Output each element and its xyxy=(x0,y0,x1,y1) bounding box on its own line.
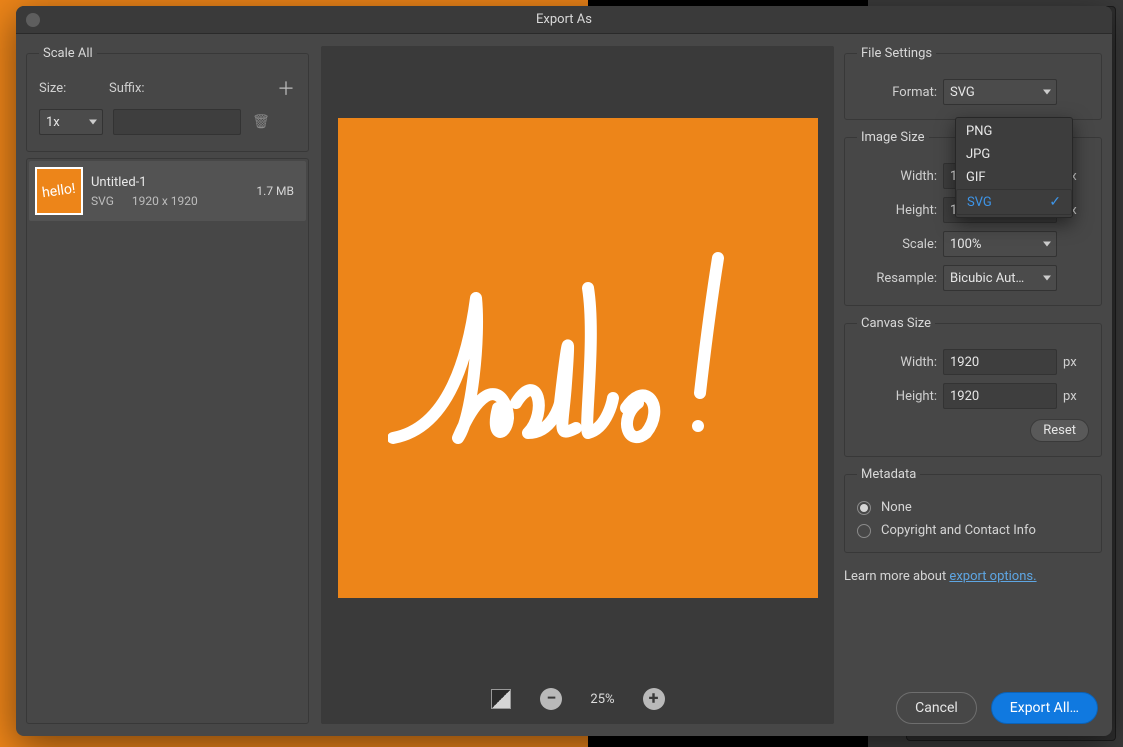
canvas-height-label: Height: xyxy=(857,389,937,404)
format-select[interactable]: SVG xyxy=(943,79,1057,105)
zoom-out-button[interactable]: − xyxy=(540,688,562,710)
export-all-button[interactable]: Export All… xyxy=(991,692,1098,724)
format-label: Format: xyxy=(857,85,937,100)
learn-prefix: Learn more about xyxy=(844,569,949,584)
zoom-in-button[interactable]: + xyxy=(643,688,665,710)
learn-more: Learn more about export options. xyxy=(844,569,1102,584)
suffix-label: Suffix: xyxy=(109,81,266,96)
size-select[interactable]: 1x xyxy=(39,109,103,135)
scale-all-group: Scale All Size: Suffix: ＋ 1x 🗑 xyxy=(26,46,309,152)
canvas-width-label: Width: xyxy=(857,355,937,370)
asset-item[interactable]: hello! Untitled-1 SVG 1920 x 1920 1.7 MB xyxy=(29,161,306,221)
metadata-none-label: None xyxy=(881,500,912,515)
preview-panel: − 25% + xyxy=(321,46,834,724)
asset-filesize: 1.7 MB xyxy=(256,184,300,198)
suffix-input[interactable] xyxy=(113,109,241,135)
hello-artwork xyxy=(388,228,768,488)
window-close-icon[interactable] xyxy=(26,13,40,27)
resample-label: Resample: xyxy=(857,271,937,286)
resample-select[interactable]: Bicubic Aut… xyxy=(943,265,1057,291)
toggle-background-icon[interactable] xyxy=(490,688,512,710)
radio-icon xyxy=(857,524,871,538)
image-height-label: Height: xyxy=(857,203,937,218)
dialog-titlebar: Export As xyxy=(16,6,1112,34)
scale-select[interactable]: 100% xyxy=(943,231,1057,257)
format-dropdown: PNG JPG GIF SVG ✓ xyxy=(955,117,1073,218)
image-size-legend: Image Size xyxy=(857,130,929,145)
size-label: Size: xyxy=(39,81,99,96)
add-size-button[interactable]: ＋ xyxy=(276,75,296,101)
format-option-gif[interactable]: GIF xyxy=(956,166,1072,189)
export-as-dialog: Export As Scale All Size: Suffix: ＋ 1x xyxy=(16,6,1112,736)
dialog-title: Export As xyxy=(536,12,592,27)
zoom-bar: − 25% + xyxy=(321,688,834,710)
scale-all-legend: Scale All xyxy=(39,46,97,61)
file-settings-legend: File Settings xyxy=(857,46,936,61)
canvas-size-group: Canvas Size Width: px Height: px Reset xyxy=(844,316,1102,457)
dialog-footer: Cancel Export All… xyxy=(896,692,1098,724)
metadata-copyright-label: Copyright and Contact Info xyxy=(881,523,1036,538)
asset-list: hello! Untitled-1 SVG 1920 x 1920 1.7 MB xyxy=(26,158,309,724)
delete-size-icon[interactable]: 🗑 xyxy=(251,114,271,130)
canvas-width-input[interactable] xyxy=(943,349,1057,375)
unit-px: px xyxy=(1063,355,1083,370)
reset-button[interactable]: Reset xyxy=(1030,419,1089,442)
preview-canvas xyxy=(338,118,818,598)
check-icon: ✓ xyxy=(1049,194,1061,210)
asset-dimensions: 1920 x 1920 xyxy=(132,194,198,208)
zoom-percent: 25% xyxy=(590,692,614,707)
export-options-link[interactable]: export options. xyxy=(949,569,1036,584)
image-width-label: Width: xyxy=(857,169,937,184)
metadata-none-option[interactable]: None xyxy=(857,500,1089,515)
asset-name: Untitled-1 xyxy=(91,175,248,190)
metadata-group: Metadata None Copyright and Contact Info xyxy=(844,467,1102,553)
asset-format: SVG xyxy=(91,194,114,208)
canvas-height-input[interactable] xyxy=(943,383,1057,409)
scale-label: Scale: xyxy=(857,237,937,252)
metadata-legend: Metadata xyxy=(857,467,920,482)
format-option-png[interactable]: PNG xyxy=(956,120,1072,143)
format-option-svg[interactable]: SVG ✓ xyxy=(956,189,1072,215)
asset-thumbnail: hello! xyxy=(35,167,83,215)
unit-px: px xyxy=(1063,389,1083,404)
radio-icon xyxy=(857,501,871,515)
left-column: Scale All Size: Suffix: ＋ 1x 🗑 xyxy=(16,34,315,736)
canvas-size-legend: Canvas Size xyxy=(857,316,935,331)
file-settings-group: File Settings Format: SVG xyxy=(844,46,1102,120)
metadata-copyright-option[interactable]: Copyright and Contact Info xyxy=(857,523,1089,538)
format-option-jpg[interactable]: JPG xyxy=(956,143,1072,166)
cancel-button[interactable]: Cancel xyxy=(896,692,977,724)
